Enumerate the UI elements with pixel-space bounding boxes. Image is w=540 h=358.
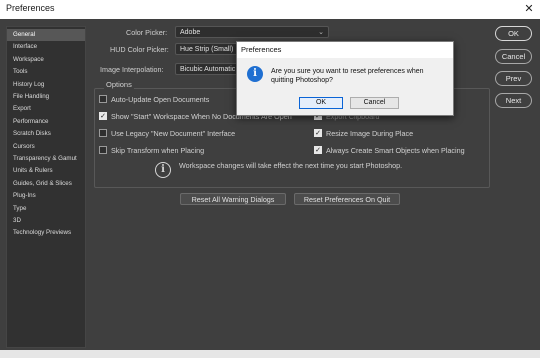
color-picker-value: Adobe <box>180 29 201 36</box>
sidebar-item-plug-ins[interactable]: Plug-Ins <box>7 190 85 202</box>
sidebar-item-history-log[interactable]: History Log <box>7 79 85 91</box>
sidebar-item-scratch-disks[interactable]: Scratch Disks <box>7 128 85 140</box>
color-picker-select[interactable]: Adobe ⌄ <box>175 26 329 38</box>
sidebar-item-workspace[interactable]: Workspace <box>7 54 85 66</box>
skip-transform-label: Skip Transform when Placing <box>111 146 205 155</box>
info-icon: i <box>247 66 263 82</box>
options-title: Options <box>104 80 134 89</box>
resize-image-label: Resize Image During Place <box>326 129 414 138</box>
workspace-note: Workspace changes will take effect the n… <box>179 161 403 170</box>
prev-button[interactable]: Prev <box>495 71 532 86</box>
skip-transform-checkbox[interactable] <box>99 146 107 154</box>
sidebar-item-export[interactable]: Export <box>7 103 85 115</box>
cancel-button[interactable]: Cancel <box>495 49 532 64</box>
image-interpolation-label: Image Interpolation: <box>100 65 164 74</box>
reset-preferences-on-quit-button[interactable]: Reset Preferences On Quit <box>294 193 400 205</box>
hud-color-picker-label: HUD Color Picker: <box>110 45 169 54</box>
smart-objects-checkbox[interactable]: ✓ <box>314 146 322 154</box>
sidebar-item-guides-grid-slices[interactable]: Guides, Grid & Slices <box>7 178 85 190</box>
sidebar-item-interface[interactable]: Interface <box>7 41 85 53</box>
auto-update-label: Auto-Update Open Documents <box>111 95 210 104</box>
reset-warning-dialogs-button[interactable]: Reset All Warning Dialogs <box>180 193 286 205</box>
sidebar-item-tools[interactable]: Tools <box>7 66 85 78</box>
legacy-new-document-label: Use Legacy "New Document" Interface <box>111 129 236 138</box>
sidebar-item-type[interactable]: Type <box>7 203 85 215</box>
legacy-new-document-checkbox[interactable] <box>99 129 107 137</box>
window-title: Preferences <box>6 3 55 13</box>
dialog-body: i Are you sure you want to reset prefere… <box>237 58 453 115</box>
sidebar-item-general[interactable]: General <box>7 29 85 41</box>
color-picker-label: Color Picker: <box>126 28 168 37</box>
sidebar-item-units-rulers[interactable]: Units & Rulers <box>7 165 85 177</box>
dialog-message: Are you sure you want to reset preferenc… <box>271 68 424 84</box>
next-button[interactable]: Next <box>495 93 532 108</box>
dialog-title: Preferences <box>241 45 282 54</box>
chevron-down-icon: ⌄ <box>318 29 324 36</box>
sidebar-item-transparency-gamut[interactable]: Transparency & Gamut <box>7 153 85 165</box>
taskbar-strip <box>0 350 540 358</box>
dialog-ok-button[interactable]: OK <box>299 97 343 109</box>
sidebar-item-technology-previews[interactable]: Technology Previews <box>7 227 85 239</box>
show-start-checkbox[interactable]: ✓ <box>99 112 107 120</box>
dialog-titlebar: Preferences <box>237 42 453 58</box>
sidebar-item-performance[interactable]: Performance <box>7 116 85 128</box>
ok-button[interactable]: OK <box>495 26 532 41</box>
resize-image-checkbox[interactable]: ✓ <box>314 129 322 137</box>
confirm-dialog: Preferences i Are you sure you want to r… <box>236 41 454 116</box>
sidebar-item-cursors[interactable]: Cursors <box>7 141 85 153</box>
window-titlebar: Preferences ✕ <box>0 0 540 19</box>
sidebar-item-file-handling[interactable]: File Handling <box>7 91 85 103</box>
hud-color-picker-value: Hue Strip (Small) <box>180 46 234 53</box>
close-icon[interactable]: ✕ <box>522 1 536 17</box>
sidebar-item-3d[interactable]: 3D <box>7 215 85 227</box>
info-icon: i <box>155 162 171 178</box>
sidebar: General Interface Workspace Tools Histor… <box>6 26 86 348</box>
smart-objects-label: Always Create Smart Objects when Placing <box>326 146 465 155</box>
dialog-cancel-button[interactable]: Cancel <box>350 97 399 109</box>
image-interpolation-value: Bicubic Automatic <box>180 66 236 73</box>
auto-update-checkbox[interactable] <box>99 95 107 103</box>
